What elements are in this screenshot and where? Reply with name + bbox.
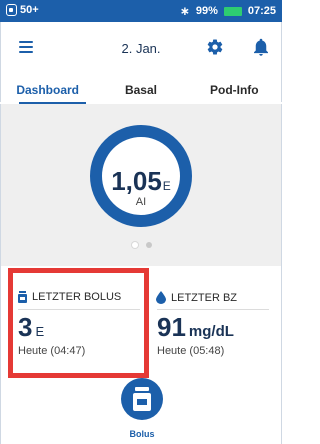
clock: 07:25 xyxy=(247,5,276,17)
bell-icon[interactable] xyxy=(254,38,268,56)
last-bolus-time: Heute (04:47) xyxy=(18,345,86,357)
gear-icon[interactable] xyxy=(206,38,224,56)
page-dot-2 xyxy=(146,242,152,248)
last-bolus-value: 3E xyxy=(18,312,44,343)
status-left: 50+ xyxy=(6,4,39,16)
bolus-vial-icon xyxy=(133,387,151,411)
last-bolus-unit: E xyxy=(35,324,45,339)
app-header: 2. Jan. xyxy=(0,22,282,74)
drop-icon xyxy=(156,291,166,304)
status-bar: 50+ ∗ 99% 07:25 xyxy=(0,0,282,22)
last-bg-amount: 91 xyxy=(157,312,186,342)
pod-battery-icon xyxy=(6,4,17,16)
tab-dashboard[interactable]: Dashboard xyxy=(1,74,94,104)
tab-pod-info[interactable]: Pod-Info xyxy=(188,74,281,102)
last-bolus-title-text: LETZTER BOLUS xyxy=(32,291,122,303)
last-bolus-title: LETZTER BOLUS xyxy=(18,291,121,303)
page-dot-1 xyxy=(132,242,138,248)
insulin-value: 1,05 xyxy=(111,166,162,196)
last-bg-value: 91 mg/dL xyxy=(157,312,234,343)
last-bg-time: Heute (05:48) xyxy=(157,345,225,357)
bolus-button[interactable] xyxy=(121,378,163,420)
insulin-on-board: 1,05E xyxy=(90,166,192,197)
last-bg-unit: mg/dL xyxy=(188,323,234,340)
last-bg-title-text: LETZTER BZ xyxy=(171,291,238,304)
bolus-label: Bolus xyxy=(129,429,155,439)
page-indicator xyxy=(132,242,152,248)
card-divider xyxy=(157,309,269,310)
insulin-unit: E xyxy=(162,179,171,193)
status-left-text: 50+ xyxy=(20,4,39,16)
card-divider xyxy=(18,309,140,310)
battery-percent: 99% xyxy=(195,5,218,17)
vial-icon xyxy=(18,291,27,303)
tab-bar: Dashboard Basal Pod-Info xyxy=(0,74,282,104)
header-date: 2. Jan. xyxy=(121,41,161,56)
bluetooth-icon: ∗ xyxy=(179,4,190,18)
last-bolus-amount: 3 xyxy=(18,312,33,342)
last-bg-title: LETZTER BZ xyxy=(156,291,237,304)
status-right: ∗ 99% 07:25 xyxy=(180,4,276,18)
battery-icon xyxy=(223,6,242,16)
tab-basal[interactable]: Basal xyxy=(94,74,187,102)
insulin-label: AI xyxy=(135,196,147,208)
